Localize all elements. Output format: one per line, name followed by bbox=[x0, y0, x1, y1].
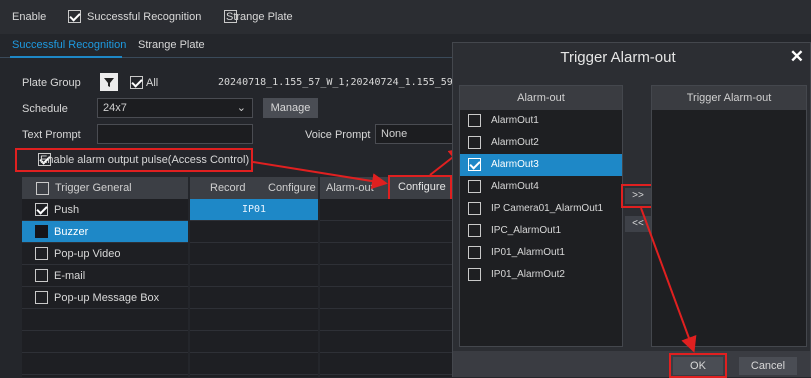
trigger-alarm-out-dialog: Trigger Alarm-out ✕ Alarm-out AlarmOut1 … bbox=[452, 42, 811, 378]
dialog-annotation-arrow bbox=[640, 207, 697, 353]
arrow-to-ok bbox=[640, 207, 697, 353]
arrow-to-configure bbox=[252, 161, 388, 189]
